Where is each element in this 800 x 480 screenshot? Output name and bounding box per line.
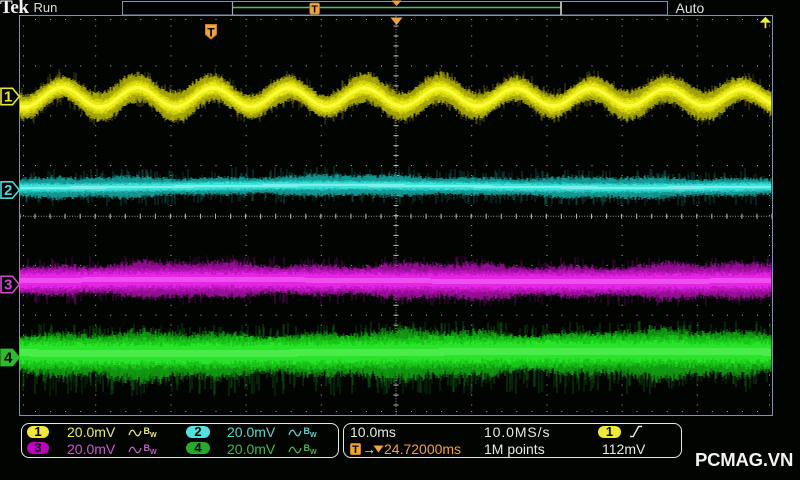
svg-text:T: T (207, 26, 215, 40)
svg-text:2: 2 (4, 182, 12, 199)
svg-text:3: 3 (4, 277, 12, 294)
svg-text:1: 1 (4, 89, 12, 106)
svg-text:T: T (311, 4, 318, 16)
svg-text:4: 4 (4, 350, 13, 367)
